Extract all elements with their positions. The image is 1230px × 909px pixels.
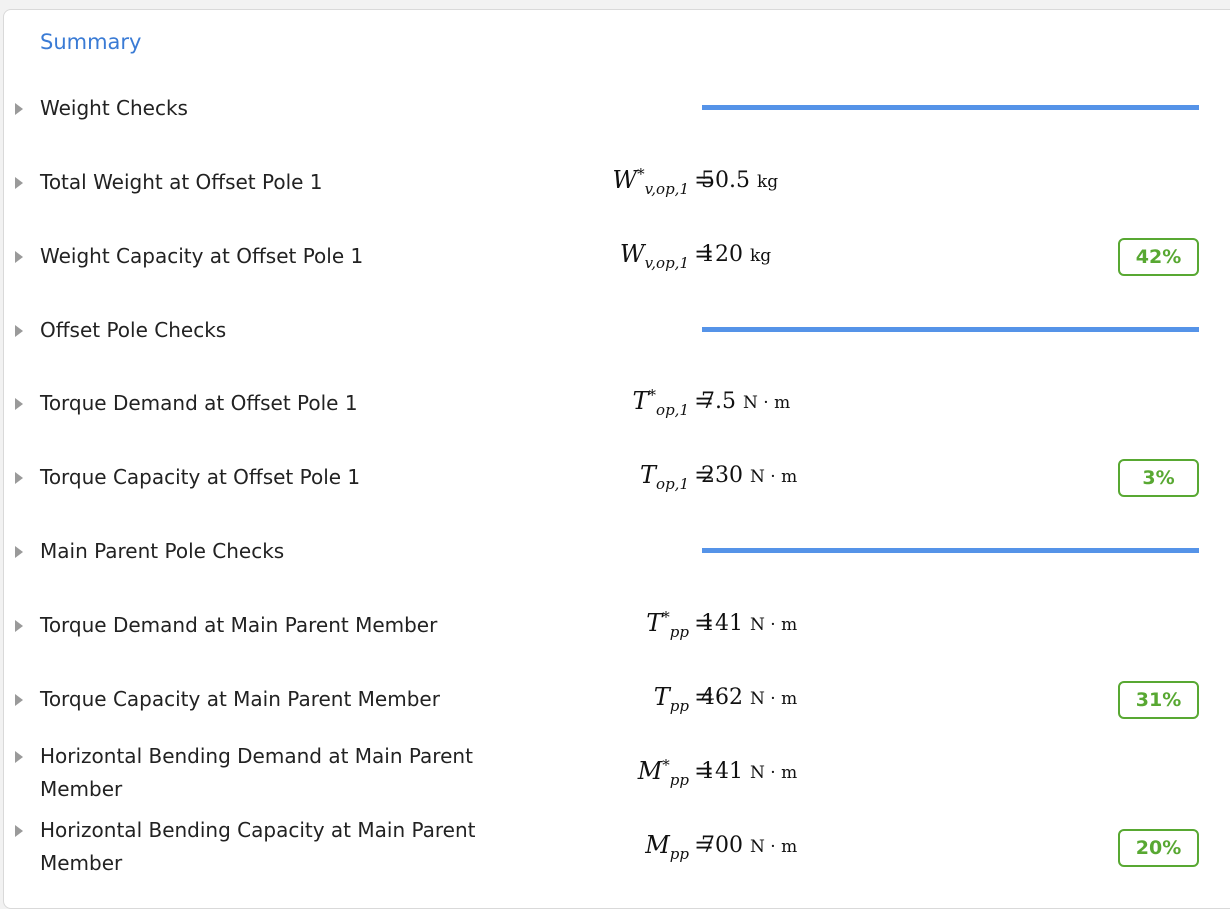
row-torque-capacity-main-parent[interactable]: Torque Capacity at Main Parent Member Tp… bbox=[4, 681, 1230, 719]
row-label: Total Weight at Offset Pole 1 bbox=[40, 170, 323, 194]
section-weight-checks[interactable]: Weight Checks bbox=[4, 92, 1230, 126]
row-value: 141 N · m bbox=[701, 759, 798, 784]
triangle-right-icon[interactable] bbox=[15, 177, 23, 189]
row-label: Horizontal Bending Capacity at Main Pare… bbox=[40, 818, 476, 875]
triangle-right-icon[interactable] bbox=[15, 751, 23, 763]
row-label: Torque Capacity at Main Parent Member bbox=[40, 687, 440, 711]
row-torque-demand-main-parent[interactable]: Torque Demand at Main Parent Member T*pp… bbox=[4, 609, 1230, 643]
formula-symbol: Mpp bbox=[645, 831, 689, 863]
triangle-right-icon[interactable] bbox=[15, 103, 23, 115]
section-divider bbox=[702, 105, 1199, 110]
row-label: Torque Demand at Offset Pole 1 bbox=[40, 391, 358, 415]
row-horizontal-bending-capacity-main-parent[interactable]: Horizontal Bending Capacity at Main Pare… bbox=[4, 814, 1230, 880]
section-offset-pole-checks[interactable]: Offset Pole Checks bbox=[4, 314, 1230, 348]
triangle-right-icon[interactable] bbox=[15, 472, 23, 484]
formula-symbol: Tpp bbox=[653, 683, 689, 715]
formula-symbol: Top,1 bbox=[640, 461, 689, 493]
row-value: 230 N · m bbox=[701, 463, 798, 488]
triangle-right-icon[interactable] bbox=[15, 694, 23, 706]
triangle-right-icon[interactable] bbox=[15, 325, 23, 337]
row-value: 700 N · m bbox=[701, 833, 798, 858]
row-weight-capacity-offset-pole-1[interactable]: Weight Capacity at Offset Pole 1 Wv,op,1… bbox=[4, 238, 1230, 276]
row-label: Horizontal Bending Demand at Main Parent… bbox=[40, 744, 473, 801]
row-torque-capacity-offset-pole-1[interactable]: Torque Capacity at Offset Pole 1 Top,1 =… bbox=[4, 459, 1230, 497]
triangle-right-icon[interactable] bbox=[15, 546, 23, 558]
triangle-right-icon[interactable] bbox=[15, 251, 23, 263]
row-value: 120 kg bbox=[701, 242, 772, 267]
section-divider bbox=[702, 327, 1199, 332]
formula-symbol: W*v,op,1 bbox=[612, 165, 689, 198]
row-total-weight-offset-pole-1[interactable]: Total Weight at Offset Pole 1 W*v,op,1 =… bbox=[4, 166, 1230, 200]
utilization-badge: 3% bbox=[1118, 459, 1199, 497]
triangle-right-icon[interactable] bbox=[15, 620, 23, 632]
section-main-parent-pole-checks[interactable]: Main Parent Pole Checks bbox=[4, 535, 1230, 569]
formula-symbol: T*op,1 bbox=[632, 386, 689, 419]
section-divider bbox=[702, 548, 1199, 553]
row-label: Main Parent Pole Checks bbox=[40, 539, 285, 563]
row-value: 141 N · m bbox=[701, 611, 798, 636]
row-label: Offset Pole Checks bbox=[40, 318, 227, 342]
triangle-right-icon[interactable] bbox=[15, 398, 23, 410]
row-value: 50.5 kg bbox=[701, 168, 779, 193]
formula-symbol: M*pp bbox=[637, 756, 689, 789]
row-label: Torque Demand at Main Parent Member bbox=[40, 613, 438, 637]
row-label: Weight Checks bbox=[40, 96, 188, 120]
triangle-right-icon[interactable] bbox=[15, 825, 23, 837]
summary-link[interactable]: Summary bbox=[40, 30, 141, 54]
row-torque-demand-offset-pole-1[interactable]: Torque Demand at Offset Pole 1 T*op,1 = … bbox=[4, 387, 1230, 421]
formula-symbol: T*pp bbox=[646, 608, 689, 641]
row-horizontal-bending-demand-main-parent[interactable]: Horizontal Bending Demand at Main Parent… bbox=[4, 740, 1230, 806]
row-label: Weight Capacity at Offset Pole 1 bbox=[40, 244, 364, 268]
row-value: 462 N · m bbox=[701, 685, 798, 710]
utilization-badge: 42% bbox=[1118, 238, 1199, 276]
formula-symbol: Wv,op,1 bbox=[619, 240, 689, 272]
summary-panel: Summary Weight Checks Total Weight at Of… bbox=[3, 9, 1230, 909]
row-value: 7.5 N · m bbox=[701, 389, 791, 414]
utilization-badge: 31% bbox=[1118, 681, 1199, 719]
row-label: Torque Capacity at Offset Pole 1 bbox=[40, 465, 361, 489]
utilization-badge: 20% bbox=[1118, 829, 1199, 867]
